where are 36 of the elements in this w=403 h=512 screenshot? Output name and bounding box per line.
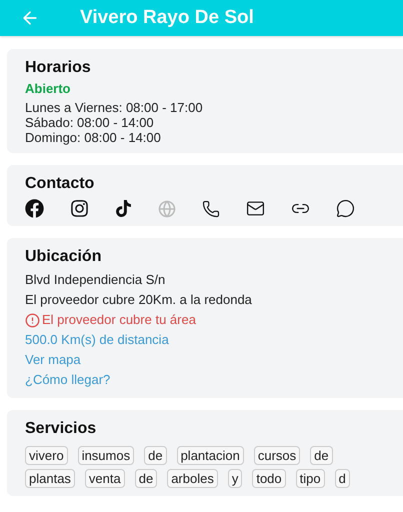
phone-icon[interactable] xyxy=(202,200,220,218)
service-tag: venta xyxy=(84,469,125,488)
service-tag: plantacion xyxy=(176,446,244,465)
hours-line: Domingo: 08:00 - 14:00 xyxy=(25,130,162,145)
section-title: Servicios xyxy=(25,420,98,438)
page-title: Vivero Rayo De Sol xyxy=(80,7,254,29)
service-tag: de xyxy=(144,446,167,465)
chat-icon[interactable] xyxy=(336,199,355,218)
service-tag: arboles xyxy=(167,469,218,488)
service-tag: y xyxy=(228,469,242,488)
alert-icon xyxy=(25,312,40,328)
address-text: Blvd Independiencia S/n xyxy=(25,271,166,289)
service-tag: cursos xyxy=(254,446,300,465)
section-title: Ubicación xyxy=(25,248,102,266)
open-status: Abierto xyxy=(25,81,72,96)
service-tag: insumos xyxy=(78,446,134,465)
alert-text: El proveedor cubre tu área xyxy=(42,311,196,329)
map-link[interactable]: ¿Cómo llegar? xyxy=(25,370,403,390)
service-tag: de xyxy=(134,469,158,488)
facebook-icon[interactable] xyxy=(25,199,44,218)
service-tag: vivero xyxy=(25,446,68,465)
mail-icon[interactable] xyxy=(246,199,265,218)
tiktok-icon[interactable] xyxy=(115,200,132,217)
service-tag: tipo xyxy=(296,469,325,488)
coverage-text: El proveedor cubre 20Km. a la redonda xyxy=(25,291,253,309)
service-tag: plantas xyxy=(25,469,75,488)
hours-line: Sábado: 08:00 - 14:00 xyxy=(25,115,155,130)
service-tag: de xyxy=(310,446,333,465)
service-tag: d xyxy=(334,469,350,488)
instagram-icon[interactable] xyxy=(70,199,89,218)
section-title: Contacto xyxy=(25,175,96,193)
service-tag: todo xyxy=(252,469,286,488)
map-link[interactable]: Ver mapa xyxy=(25,350,403,370)
distance-text: 500.0 Km(s) de distancia xyxy=(25,331,170,349)
hours-line: Lunes a Viernes: 08:00 - 17:00 xyxy=(25,100,204,115)
section-title: Horarios xyxy=(25,59,92,77)
